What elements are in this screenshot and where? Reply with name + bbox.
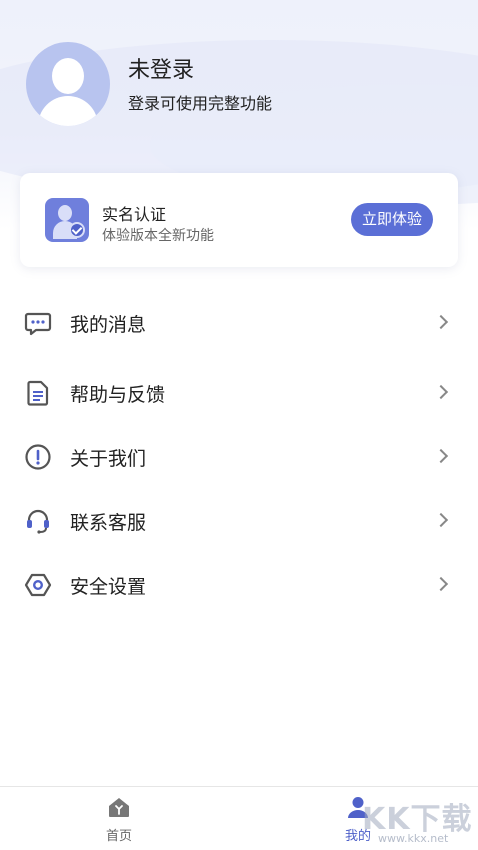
- headset-icon: [27, 509, 49, 534]
- try-now-button[interactable]: 立即体验: [351, 203, 433, 236]
- tab-home[interactable]: 首页: [69, 787, 169, 850]
- menu-item-help-feedback[interactable]: 帮助与反馈: [0, 360, 478, 424]
- message-icon: [24, 312, 52, 336]
- chevron-right-icon: [433, 384, 449, 400]
- chevron-right-icon: [433, 448, 449, 464]
- document-icon: [27, 380, 49, 406]
- info-icon: [25, 444, 51, 470]
- login-hint[interactable]: 登录可使用完整功能: [128, 90, 272, 114]
- card-title: 实名认证: [102, 205, 167, 224]
- real-name-verify-card[interactable]: 实名认证 体验版本全新功能 立即体验: [20, 173, 458, 267]
- watermark: KK下载 www.kkx.net: [362, 790, 476, 846]
- chevron-right-icon: [433, 512, 449, 528]
- chevron-right-icon: [433, 314, 449, 330]
- menu-item-label: 我的消息: [70, 314, 147, 336]
- tab-label: 首页: [105, 829, 132, 844]
- watermark-url: www.kkx.net: [378, 832, 449, 845]
- menu-item-label: 关于我们: [70, 448, 147, 470]
- avatar-head: [52, 58, 84, 94]
- avatar-body: [38, 96, 98, 126]
- menu-item-customer-service[interactable]: 联系客服: [0, 488, 478, 552]
- menu-item-label: 联系客服: [70, 512, 147, 534]
- login-status-title[interactable]: 未登录: [128, 52, 194, 84]
- home-icon: [109, 798, 129, 817]
- menu-item-label: 帮助与反馈: [70, 384, 166, 406]
- card-subtitle: 体验版本全新功能: [102, 228, 214, 244]
- chevron-right-icon: [433, 576, 449, 592]
- verified-user-icon: [45, 198, 89, 242]
- menu-item-about-us[interactable]: 关于我们: [0, 424, 478, 488]
- menu-item-messages[interactable]: 我的消息: [0, 290, 478, 354]
- avatar[interactable]: [26, 42, 110, 126]
- menu-item-label: 安全设置: [70, 576, 147, 598]
- menu-item-security-settings[interactable]: 安全设置: [0, 552, 478, 616]
- settings-hexagon-icon: [24, 573, 52, 597]
